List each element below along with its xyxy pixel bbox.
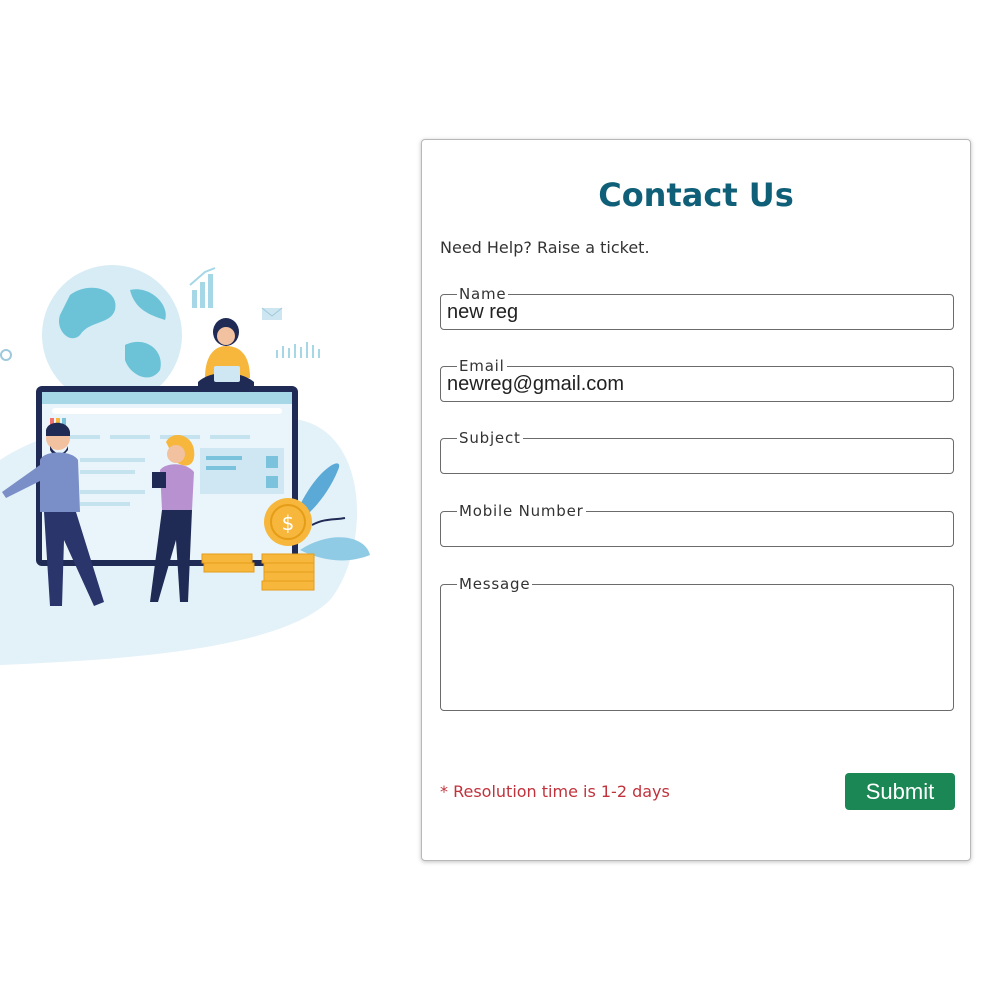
message-field: Message xyxy=(440,576,954,711)
message-textarea[interactable] xyxy=(447,589,947,697)
form-title: Contact Us xyxy=(598,176,794,214)
email-field: Email xyxy=(440,358,954,402)
name-field: Name xyxy=(440,286,954,330)
mobile-number-label: Mobile Number xyxy=(459,502,584,520)
message-label: Message xyxy=(459,575,531,593)
submit-button[interactable]: Submit xyxy=(845,773,955,810)
subject-label: Subject xyxy=(459,429,521,447)
contact-form-card: Contact Us Need Help? Raise a ticket. Na… xyxy=(421,139,971,861)
form-subtitle: Need Help? Raise a ticket. xyxy=(440,238,650,257)
subject-input[interactable] xyxy=(447,443,947,469)
mobile-number-field: Mobile Number xyxy=(440,503,954,547)
resolution-time-note: * Resolution time is 1-2 days xyxy=(440,782,670,801)
support-illustration: $ xyxy=(0,265,370,665)
email-label: Email xyxy=(459,357,505,375)
email-input[interactable] xyxy=(447,371,947,397)
contact-page: $ Contact Us Need Help? Raise a ticket. … xyxy=(0,0,1000,1000)
subject-field: Subject xyxy=(440,430,954,474)
name-input[interactable] xyxy=(447,299,947,325)
name-label: Name xyxy=(459,285,507,303)
svg-text:$: $ xyxy=(282,511,295,535)
